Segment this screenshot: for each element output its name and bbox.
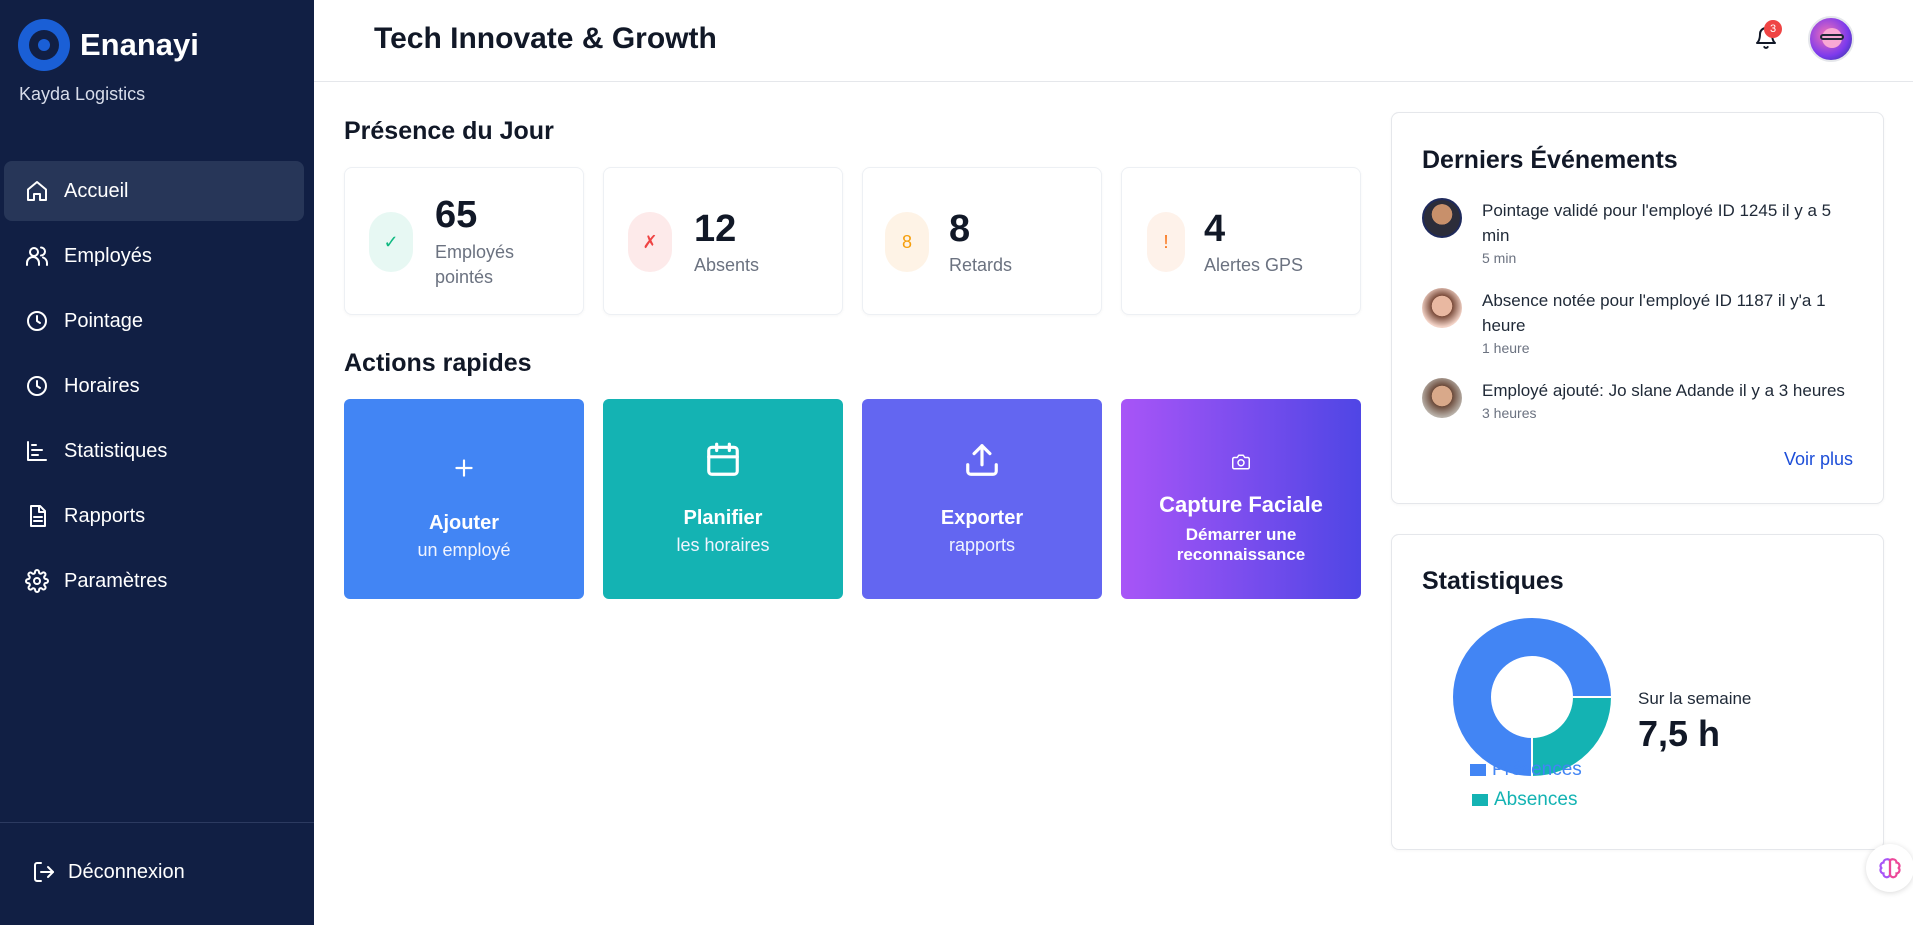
sidebar-item-label: Horaires — [64, 374, 140, 397]
brain-icon — [1879, 858, 1901, 879]
bar-chart-icon — [24, 438, 50, 464]
company-name: Kayda Logistics — [19, 84, 146, 104]
stat-value: 4 — [1204, 208, 1226, 250]
event-item: Absence notée pour l'employé ID 1187 il … — [1422, 288, 1862, 358]
upload-icon — [862, 441, 1102, 479]
brand: Enanayi — [18, 19, 199, 71]
plus-icon — [344, 455, 584, 481]
event-time: 1 heure — [1482, 340, 1530, 356]
event-text: Employé ajouté: Jo slane Adande il y a 3… — [1482, 381, 1845, 400]
stat-card-absents: ✗ 12 Absents — [603, 167, 843, 315]
export-reports-button[interactable]: Exporter rapports — [862, 399, 1102, 599]
sidebar-item-employes[interactable]: Employés — [4, 226, 304, 286]
sidebar-nav: Accueil Employés Pointage Horaires Stati… — [4, 161, 304, 616]
actions-section-title: Actions rapides — [344, 349, 532, 377]
page-title: Tech Innovate & Growth — [374, 22, 717, 55]
event-text: Pointage validé pour l'employé ID 1245 i… — [1482, 201, 1832, 245]
stat-card-retards: 8 8 Retards — [862, 167, 1102, 315]
stat-card-alertes: ! 4 Alertes GPS — [1121, 167, 1361, 315]
event-time: 3 heures — [1482, 405, 1537, 421]
donut-chart — [1453, 618, 1611, 776]
action-subtitle: Démarrer une reconnaissance — [1176, 525, 1306, 564]
sidebar-item-statistiques[interactable]: Statistiques — [4, 421, 304, 481]
stat-value: 8 — [949, 208, 971, 250]
stat-value: 12 — [694, 208, 737, 250]
camera-icon — [1121, 453, 1361, 471]
sidebar-item-label: Paramètres — [64, 569, 168, 592]
action-subtitle: rapports — [948, 535, 1016, 555]
cross-icon: ✗ — [628, 212, 672, 272]
action-title: Capture Faciale — [1159, 492, 1323, 517]
see-more-link[interactable]: Voir plus — [1784, 449, 1853, 470]
sidebar-item-label: Accueil — [64, 179, 129, 202]
sidebar-item-label: Employés — [64, 244, 152, 267]
notification-badge: 3 — [1764, 20, 1782, 38]
event-item: Employé ajouté: Jo slane Adande il y a 3… — [1422, 378, 1862, 423]
sidebar-item-label: Rapports — [64, 504, 146, 527]
legend-item-absences[interactable]: Absences — [1472, 789, 1577, 811]
sidebar: Enanayi Kayda Logistics Accueil Employés… — [0, 0, 314, 925]
stat-label: Alertes GPS — [1204, 255, 1304, 275]
period-label: Sur la semaine — [1638, 689, 1752, 708]
brand-logo-icon — [18, 19, 70, 71]
legend-label: Présences — [1492, 759, 1582, 780]
sidebar-item-parametres[interactable]: Paramètres — [4, 551, 304, 611]
avatar — [1422, 198, 1462, 238]
stats-title: Statistiques — [1422, 567, 1564, 595]
face-capture-button[interactable]: Capture Faciale Démarrer une reconnaissa… — [1121, 399, 1361, 599]
sidebar-item-pointage[interactable]: Pointage — [4, 291, 304, 351]
add-employee-button[interactable]: Ajouter un employé — [344, 399, 584, 599]
event-time: 5 min — [1482, 250, 1517, 266]
logout-label: Déconnexion — [68, 860, 185, 883]
sidebar-item-label: Pointage — [64, 309, 143, 332]
check-icon: ✓ — [369, 212, 413, 272]
calendar-icon — [603, 441, 843, 479]
avatar — [1422, 288, 1462, 328]
brand-name: Enanayi — [80, 27, 199, 62]
events-title: Derniers Événements — [1422, 146, 1678, 174]
action-title: Ajouter — [429, 512, 499, 534]
events-panel: Derniers Événements Pointage validé pour… — [1391, 112, 1884, 504]
presence-section-title: Présence du Jour — [344, 117, 554, 145]
stat-label: Employés pointés — [435, 242, 515, 287]
stat-label: Absents — [694, 255, 760, 275]
assistant-button[interactable] — [1866, 844, 1913, 892]
logout-button[interactable]: Déconnexion — [32, 860, 185, 884]
users-icon — [24, 243, 50, 269]
action-subtitle: les horaires — [676, 535, 770, 555]
sidebar-item-horaires[interactable]: Horaires — [4, 356, 304, 416]
gear-icon — [24, 568, 50, 594]
avatar — [1422, 378, 1462, 418]
legend-item-presences[interactable]: Présences — [1470, 759, 1582, 781]
clock-icon — [24, 308, 50, 334]
user-avatar[interactable] — [1808, 16, 1854, 62]
stats-panel: Statistiques Présences Absences Sur la s… — [1391, 534, 1884, 850]
legend-label: Absences — [1494, 789, 1578, 810]
action-subtitle: un employé — [417, 540, 511, 560]
action-title: Exporter — [940, 507, 1024, 529]
file-icon — [24, 503, 50, 529]
stat-label: Retards — [949, 255, 1013, 275]
sidebar-item-label: Statistiques — [64, 439, 168, 462]
stat-value: 65 — [435, 194, 478, 236]
alert-icon: ! — [1147, 212, 1185, 272]
legend-swatch — [1472, 794, 1488, 806]
action-title: Planifier — [683, 507, 763, 529]
logout-icon — [34, 862, 54, 882]
sidebar-item-rapports[interactable]: Rapports — [4, 486, 304, 546]
clock-icon — [24, 373, 50, 399]
top-header: Tech Innovate & Growth 3 — [314, 0, 1913, 82]
number-badge-icon: 8 — [885, 212, 929, 272]
event-item: Pointage validé pour l'employé ID 1245 i… — [1422, 198, 1862, 268]
event-text: Absence notée pour l'employé ID 1187 il … — [1482, 291, 1826, 335]
stat-card-pointes: ✓ 65 Employés pointés — [344, 167, 584, 315]
sidebar-item-accueil[interactable]: Accueil — [4, 161, 304, 221]
sidebar-divider — [0, 822, 314, 823]
legend-swatch — [1470, 764, 1486, 776]
plan-schedule-button[interactable]: Planifier les horaires — [603, 399, 843, 599]
home-icon — [24, 178, 50, 204]
hours-value: 7,5 h — [1638, 713, 1721, 754]
